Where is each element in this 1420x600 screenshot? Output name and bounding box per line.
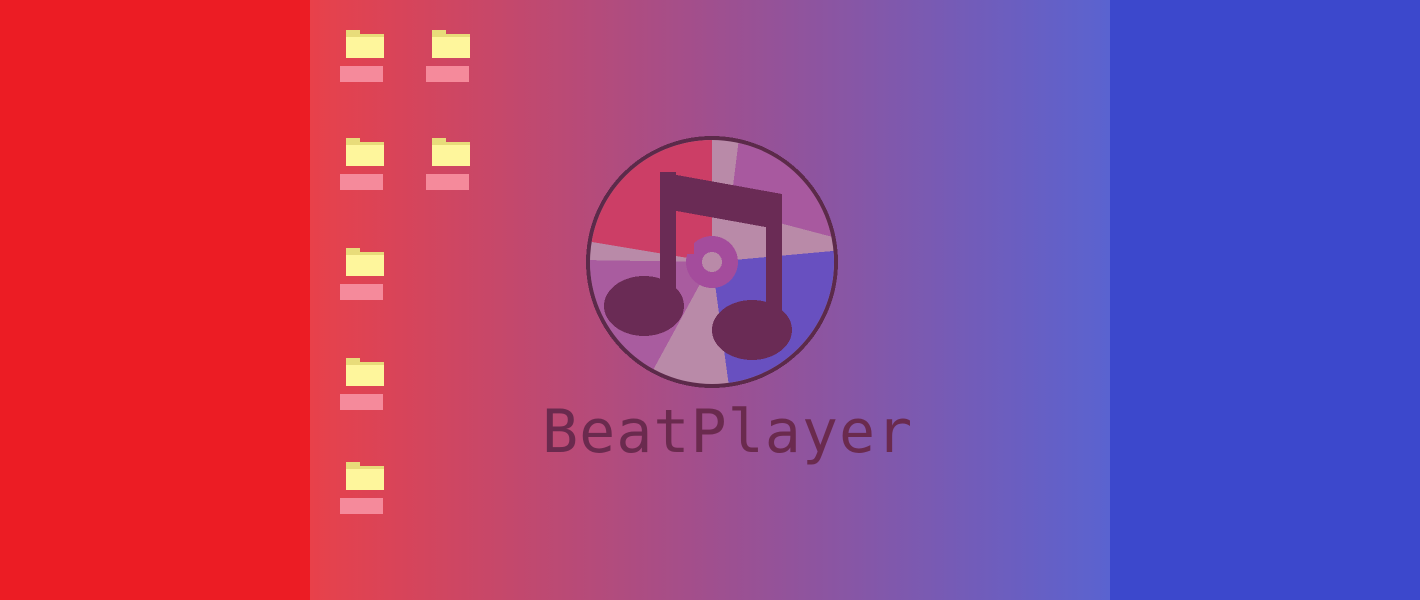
- folder-icon: [344, 26, 384, 62]
- folder-label: [340, 174, 383, 190]
- folder-icon: [430, 134, 470, 170]
- folder-label: [340, 498, 383, 514]
- desktop-folder-5[interactable]: [340, 244, 388, 308]
- desktop-folder-7[interactable]: [340, 458, 388, 522]
- folder-icon: [344, 244, 384, 280]
- folder-label: [426, 174, 469, 190]
- desktop-folder-3[interactable]: [340, 134, 388, 198]
- beatplayer-logo[interactable]: BeatPlayer: [542, 116, 912, 476]
- app-title: BeatPlayer: [542, 397, 914, 467]
- folder-label: [340, 66, 383, 82]
- folder-icon: [344, 134, 384, 170]
- desktop-folder-2[interactable]: [426, 26, 474, 90]
- folder-label: [340, 394, 383, 410]
- folder-label: [426, 66, 469, 82]
- desktop-folder-1[interactable]: [340, 26, 388, 90]
- music-note-disc-icon: [580, 130, 844, 394]
- right-panel: [1110, 0, 1420, 600]
- folder-icon: [430, 26, 470, 62]
- left-panel: [0, 0, 310, 600]
- desktop-folder-6[interactable]: [340, 354, 388, 418]
- folder-icon: [344, 354, 384, 390]
- folder-label: [340, 284, 383, 300]
- desktop-folder-4[interactable]: [426, 134, 474, 198]
- folder-icon: [344, 458, 384, 494]
- desktop[interactable]: BeatPlayer: [310, 0, 1110, 600]
